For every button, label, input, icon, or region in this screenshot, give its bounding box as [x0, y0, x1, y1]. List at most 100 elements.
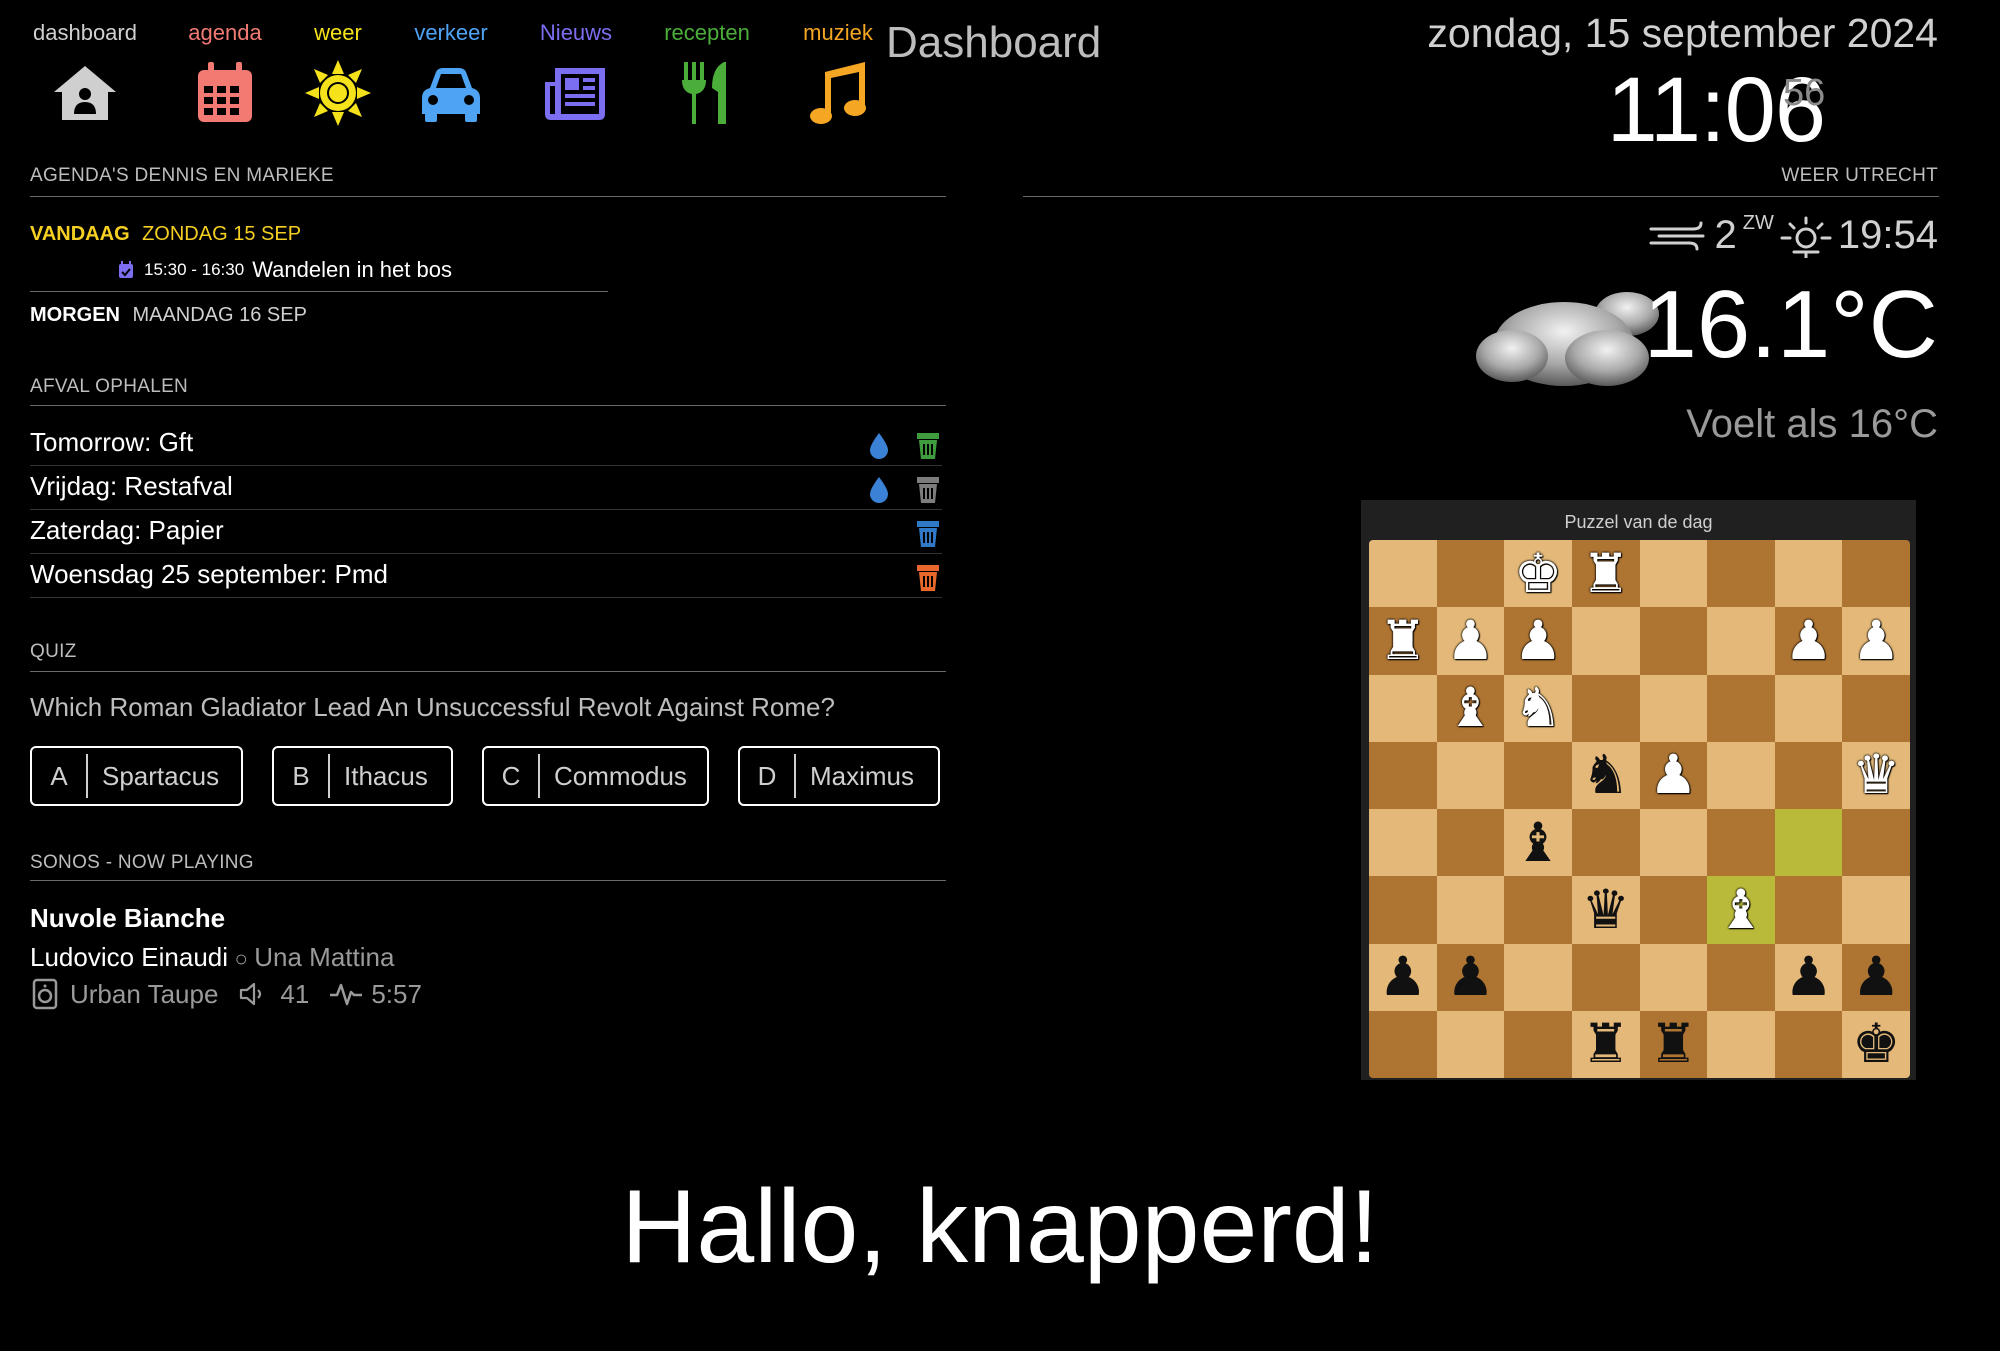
- chess-square[interactable]: [1369, 741, 1437, 809]
- chess-square[interactable]: [1504, 1010, 1572, 1078]
- chess-square[interactable]: ♞: [1571, 741, 1640, 809]
- black-king-piece[interactable]: ♚: [1852, 1017, 1900, 1071]
- chess-square[interactable]: ♟: [1504, 607, 1572, 675]
- white-bishop-piece[interactable]: ♝: [1446, 681, 1494, 735]
- black-pawn-piece[interactable]: ♟: [1784, 950, 1832, 1004]
- chess-square[interactable]: ♟: [1436, 607, 1505, 675]
- black-queen-piece[interactable]: ♛: [1581, 882, 1629, 937]
- chess-square[interactable]: ♝: [1436, 674, 1505, 742]
- chess-square[interactable]: [1436, 741, 1505, 809]
- chess-square[interactable]: [1504, 741, 1572, 809]
- chess-board[interactable]: ♚ ♜ ♜ ♟ ♟ ♟ ♟ ♝ ♞ ♞ ♟ ♛ ♝ ♛ ♝ ♟ ♟ ♟ ♟ ♜ ♜ ♚: [1369, 540, 1910, 1078]
- white-pawn-piece[interactable]: ♟: [1446, 613, 1494, 668]
- chess-square[interactable]: [1842, 540, 1910, 608]
- chess-square[interactable]: [1707, 809, 1775, 877]
- chess-square[interactable]: [1369, 540, 1437, 608]
- black-bishop-piece[interactable]: ♝: [1514, 815, 1562, 870]
- chess-square[interactable]: [1639, 607, 1708, 675]
- chess-square[interactable]: ♛: [1842, 741, 1910, 809]
- black-pawn-piece[interactable]: ♟: [1852, 950, 1900, 1004]
- quiz-answer-a[interactable]: A Spartacus: [30, 746, 243, 806]
- white-rook-piece[interactable]: ♜: [1581, 546, 1629, 601]
- white-queen-piece[interactable]: ♛: [1852, 748, 1900, 802]
- chess-square[interactable]: ♟: [1436, 943, 1505, 1011]
- white-king-piece[interactable]: ♚: [1514, 546, 1562, 601]
- chess-square[interactable]: ♜: [1571, 1010, 1640, 1078]
- agenda-event[interactable]: 15:30 - 16:30 Wandelen in het bos: [118, 257, 452, 283]
- white-knight-piece[interactable]: ♞: [1514, 681, 1562, 735]
- nav-item-agenda[interactable]: agenda: [165, 18, 285, 128]
- chess-square[interactable]: [1774, 1010, 1843, 1078]
- chess-square[interactable]: ♟: [1842, 607, 1910, 675]
- white-pawn-piece[interactable]: ♟: [1649, 748, 1697, 802]
- chess-square[interactable]: [1571, 809, 1640, 877]
- chess-square[interactable]: ♞: [1504, 674, 1572, 742]
- chess-square[interactable]: ♚: [1504, 540, 1572, 608]
- chess-square[interactable]: [1774, 876, 1843, 944]
- chess-square[interactable]: ♟: [1774, 607, 1843, 675]
- nav-item-recepten[interactable]: recepten: [647, 18, 767, 128]
- chess-square[interactable]: [1369, 809, 1437, 877]
- chess-square[interactable]: [1639, 876, 1708, 944]
- quiz-answer-d[interactable]: D Maximus: [738, 746, 940, 806]
- chess-square[interactable]: [1436, 540, 1505, 608]
- nav-item-verkeer[interactable]: verkeer: [391, 18, 511, 128]
- black-rook-piece[interactable]: ♜: [1649, 1017, 1697, 1071]
- quiz-answer-c[interactable]: C Commodus: [482, 746, 709, 806]
- black-pawn-piece[interactable]: ♟: [1446, 950, 1494, 1004]
- white-pawn-piece[interactable]: ♟: [1514, 613, 1562, 668]
- chess-square[interactable]: ♟: [1774, 943, 1843, 1011]
- chess-square[interactable]: [1571, 674, 1640, 742]
- chess-square[interactable]: [1774, 809, 1843, 877]
- chess-square[interactable]: [1436, 809, 1505, 877]
- chess-square[interactable]: [1369, 1010, 1437, 1078]
- chess-square[interactable]: [1369, 876, 1437, 944]
- chess-square[interactable]: [1639, 540, 1708, 608]
- chess-square[interactable]: [1504, 876, 1572, 944]
- nav-label: verkeer: [414, 20, 488, 45]
- chess-square[interactable]: ♝: [1707, 876, 1775, 944]
- chess-square[interactable]: [1774, 741, 1843, 809]
- black-pawn-piece[interactable]: ♟: [1379, 950, 1427, 1004]
- chess-square[interactable]: [1707, 741, 1775, 809]
- white-pawn-piece[interactable]: ♟: [1852, 613, 1900, 668]
- chess-square[interactable]: ♟: [1369, 943, 1437, 1011]
- chess-square[interactable]: ♟: [1639, 741, 1708, 809]
- chess-square[interactable]: ♜: [1369, 607, 1437, 675]
- chess-square[interactable]: [1842, 809, 1910, 877]
- chess-square[interactable]: ♜: [1639, 1010, 1708, 1078]
- white-bishop-piece[interactable]: ♝: [1717, 882, 1765, 937]
- chess-square[interactable]: [1707, 540, 1775, 608]
- chess-square[interactable]: [1436, 1010, 1505, 1078]
- chess-square[interactable]: ♚: [1842, 1010, 1910, 1078]
- chess-square[interactable]: [1707, 674, 1775, 742]
- black-knight-piece[interactable]: ♞: [1581, 748, 1629, 802]
- chess-square[interactable]: [1639, 943, 1708, 1011]
- chess-square[interactable]: [1774, 540, 1843, 608]
- chess-square[interactable]: ♛: [1571, 876, 1640, 944]
- chess-square[interactable]: [1774, 674, 1843, 742]
- nav-item-nieuws[interactable]: Nieuws: [516, 18, 636, 128]
- nav-item-dashboard[interactable]: dashboard: [25, 18, 145, 128]
- chess-square[interactable]: [1571, 943, 1640, 1011]
- chess-square[interactable]: [1639, 674, 1708, 742]
- chess-square[interactable]: [1571, 607, 1640, 675]
- black-rook-piece[interactable]: ♜: [1581, 1017, 1629, 1071]
- nav-item-weer[interactable]: weer: [278, 18, 398, 128]
- chess-square[interactable]: [1842, 674, 1910, 742]
- chess-square[interactable]: ♟: [1842, 943, 1910, 1011]
- chess-square[interactable]: [1707, 943, 1775, 1011]
- chess-square[interactable]: [1707, 607, 1775, 675]
- chess-square[interactable]: [1369, 674, 1437, 742]
- chess-square[interactable]: [1842, 876, 1910, 944]
- chess-square[interactable]: [1707, 1010, 1775, 1078]
- nav-item-muziek[interactable]: muziek: [778, 18, 898, 128]
- chess-square[interactable]: ♝: [1504, 809, 1572, 877]
- chess-square[interactable]: [1436, 876, 1505, 944]
- chess-square[interactable]: [1639, 809, 1708, 877]
- white-rook-piece[interactable]: ♜: [1379, 613, 1427, 668]
- chess-square[interactable]: [1504, 943, 1572, 1011]
- quiz-answer-b[interactable]: B Ithacus: [272, 746, 453, 806]
- chess-square[interactable]: ♜: [1571, 540, 1640, 608]
- white-pawn-piece[interactable]: ♟: [1784, 613, 1832, 668]
